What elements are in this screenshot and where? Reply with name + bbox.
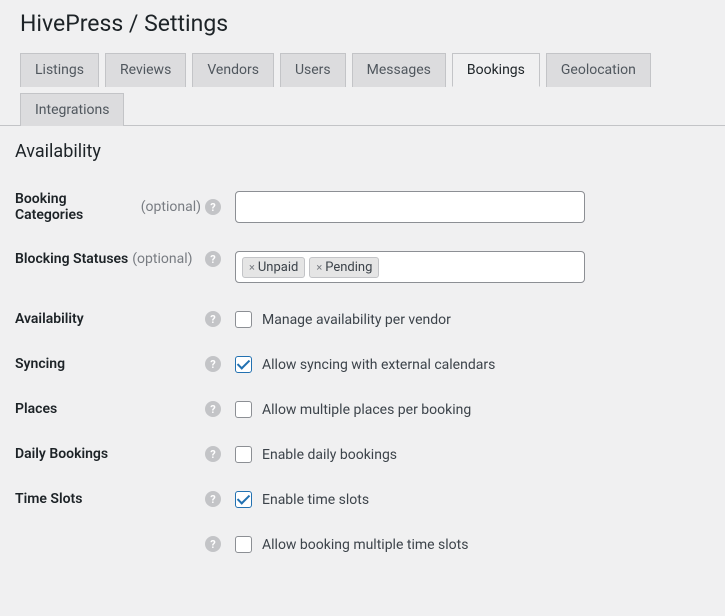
tab-vendors[interactable]: Vendors bbox=[192, 53, 274, 87]
label-booking-categories: Booking Categories (optional) ? bbox=[15, 191, 235, 223]
label-text: Syncing bbox=[15, 356, 65, 372]
time-slots-checkbox-label: Enable time slots bbox=[262, 492, 369, 508]
time-slots-checkbox[interactable] bbox=[235, 491, 252, 508]
label-text: Booking Categories bbox=[15, 191, 137, 223]
tab-geolocation[interactable]: Geolocation bbox=[546, 53, 651, 87]
settings-form: Booking Categories (optional) ? Blocking… bbox=[0, 177, 725, 577]
tab-messages[interactable]: Messages bbox=[352, 53, 446, 87]
daily-bookings-checkbox[interactable] bbox=[235, 446, 252, 463]
label-time-slots: Time Slots ? bbox=[15, 491, 235, 507]
help-icon[interactable]: ? bbox=[205, 199, 221, 215]
settings-tabs: Listings Reviews Vendors Users Messages … bbox=[0, 52, 725, 126]
help-icon[interactable]: ? bbox=[205, 356, 221, 372]
help-icon[interactable]: ? bbox=[205, 401, 221, 417]
time-slots-multiple-checkbox[interactable] bbox=[235, 536, 252, 553]
row-time-slots: Time Slots ? Enable time slots bbox=[15, 477, 710, 522]
label-syncing: Syncing ? bbox=[15, 356, 235, 372]
help-icon[interactable]: ? bbox=[205, 446, 221, 462]
help-icon[interactable]: ? bbox=[205, 251, 221, 267]
label-text: Blocking Statuses bbox=[15, 251, 128, 267]
tab-bookings[interactable]: Bookings bbox=[452, 53, 540, 87]
places-checkbox-label: Allow multiple places per booking bbox=[262, 402, 471, 418]
places-checkbox[interactable] bbox=[235, 401, 252, 418]
tag-pending[interactable]: × Pending bbox=[309, 257, 379, 278]
row-time-slots-multiple: ? Allow booking multiple time slots bbox=[15, 522, 710, 567]
label-text: Time Slots bbox=[15, 491, 82, 507]
tag-label: Unpaid bbox=[258, 260, 298, 275]
label-blocking-statuses: Blocking Statuses (optional) ? bbox=[15, 251, 235, 267]
syncing-checkbox[interactable] bbox=[235, 356, 252, 373]
label-daily-bookings: Daily Bookings ? bbox=[15, 446, 235, 462]
section-heading: Availability bbox=[0, 126, 725, 177]
row-blocking-statuses: Blocking Statuses (optional) ? × Unpaid … bbox=[15, 237, 710, 297]
tag-label: Pending bbox=[325, 260, 372, 275]
close-icon[interactable]: × bbox=[316, 261, 322, 274]
tag-unpaid[interactable]: × Unpaid bbox=[242, 257, 305, 278]
blocking-statuses-input[interactable]: × Unpaid × Pending bbox=[235, 251, 585, 283]
row-places: Places ? Allow multiple places per booki… bbox=[15, 387, 710, 432]
label-text: Availability bbox=[15, 311, 84, 327]
label-availability: Availability ? bbox=[15, 311, 235, 327]
availability-checkbox-label: Manage availability per vendor bbox=[262, 312, 451, 328]
optional-text: (optional) bbox=[141, 199, 201, 215]
help-icon[interactable]: ? bbox=[205, 311, 221, 327]
label-places: Places ? bbox=[15, 401, 235, 417]
syncing-checkbox-label: Allow syncing with external calendars bbox=[262, 357, 495, 373]
help-icon[interactable]: ? bbox=[205, 491, 221, 507]
tab-reviews[interactable]: Reviews bbox=[105, 53, 186, 87]
tab-integrations[interactable]: Integrations bbox=[20, 93, 124, 126]
time-slots-multiple-checkbox-label: Allow booking multiple time slots bbox=[262, 537, 468, 553]
daily-bookings-checkbox-label: Enable daily bookings bbox=[262, 447, 397, 463]
availability-checkbox[interactable] bbox=[235, 311, 252, 328]
label-empty: ? bbox=[15, 536, 235, 552]
help-icon[interactable]: ? bbox=[205, 536, 221, 552]
booking-categories-input[interactable] bbox=[235, 191, 585, 223]
optional-text: (optional) bbox=[132, 251, 192, 267]
label-text: Places bbox=[15, 401, 57, 417]
close-icon[interactable]: × bbox=[249, 261, 255, 274]
row-daily-bookings: Daily Bookings ? Enable daily bookings bbox=[15, 432, 710, 477]
row-syncing: Syncing ? Allow syncing with external ca… bbox=[15, 342, 710, 387]
page-title: HivePress / Settings bbox=[0, 0, 725, 52]
row-availability: Availability ? Manage availability per v… bbox=[15, 297, 710, 342]
tab-users[interactable]: Users bbox=[280, 53, 346, 87]
row-booking-categories: Booking Categories (optional) ? bbox=[15, 177, 710, 237]
label-text: Daily Bookings bbox=[15, 446, 108, 462]
tab-listings[interactable]: Listings bbox=[20, 53, 99, 87]
